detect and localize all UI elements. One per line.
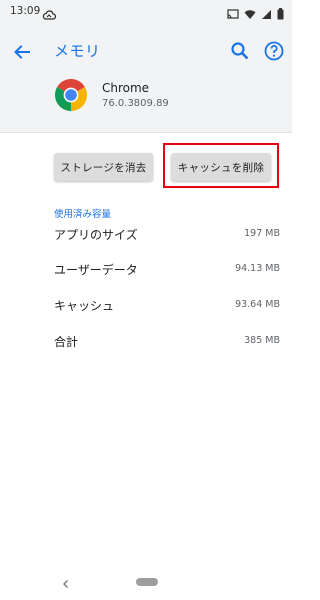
clear-storage-button[interactable]: ストレージを消去: [54, 153, 153, 181]
list-item: 合計 385 MB: [54, 333, 282, 353]
status-time: 13:09: [10, 5, 41, 17]
nav-back-icon[interactable]: [60, 575, 72, 588]
section-header: 使用済み容量: [54, 209, 112, 220]
app-bar: メモリ: [0, 24, 292, 80]
page-title: メモリ: [54, 42, 101, 60]
row-label: アプリのサイズ: [54, 228, 138, 242]
navigation-bar: [0, 565, 292, 600]
status-bar: 13:09: [0, 0, 292, 24]
row-value: 94.13 MB: [235, 263, 280, 274]
list-item: ユーザーデータ 94.13 MB: [54, 261, 282, 281]
cloud-icon: [42, 5, 57, 24]
row-label: キャッシュ: [54, 299, 115, 313]
row-value: 385 MB: [244, 335, 280, 346]
chrome-logo-icon: [53, 77, 89, 113]
highlight-box: [163, 143, 279, 188]
row-label: 合計: [54, 335, 79, 349]
battery-icon: [277, 5, 284, 24]
row-label: ユーザーデータ: [54, 263, 138, 277]
row-value: 197 MB: [244, 228, 280, 239]
divider: [0, 132, 292, 133]
row-value: 93.64 MB: [235, 299, 280, 310]
app-name: Chrome: [102, 81, 150, 95]
app-version: 76.0.3809.89: [102, 98, 169, 109]
signal-icon: [261, 5, 272, 24]
search-icon[interactable]: [228, 39, 252, 63]
wifi-icon: [244, 5, 256, 24]
cast-icon: [227, 5, 239, 24]
list-item: アプリのサイズ 197 MB: [54, 226, 282, 246]
nav-home-pill[interactable]: [136, 578, 158, 586]
back-arrow-icon[interactable]: [10, 40, 34, 64]
list-item: キャッシュ 93.64 MB: [54, 297, 282, 317]
help-icon[interactable]: [262, 39, 286, 63]
